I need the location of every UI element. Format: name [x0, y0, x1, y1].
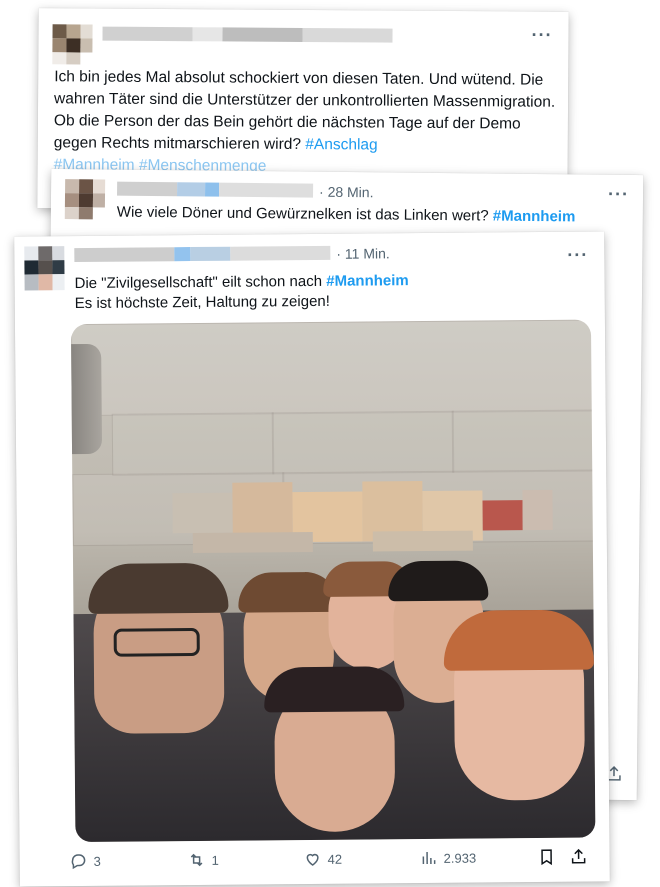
- tweet-text: Ich bin jedes Mal absolut schockiert von…: [53, 68, 556, 175]
- share-button[interactable]: [570, 848, 588, 866]
- username-redacted: [102, 26, 393, 43]
- tweet-actions: 3 1 42 2.933: [70, 846, 600, 875]
- bollard: [70, 343, 103, 455]
- timestamp[interactable]: · 11 Min.: [336, 245, 390, 261]
- pixelated-region: [172, 470, 553, 563]
- more-icon[interactable]: ···: [608, 184, 629, 204]
- bookmark-button[interactable]: [538, 848, 556, 866]
- more-icon[interactable]: ···: [567, 245, 588, 265]
- tweet-text: Die "Zivilgesellschaft" eilt schon nach …: [74, 272, 409, 313]
- like-icon: [306, 853, 319, 866]
- hashtag-link[interactable]: #Anschlag: [305, 136, 378, 154]
- views-icon: [422, 852, 436, 865]
- avatar[interactable]: [64, 179, 106, 220]
- tweet-text: Wie viele Döner und Gewürznelken ist das…: [116, 203, 576, 226]
- view-count: 2.933: [443, 850, 477, 866]
- more-icon[interactable]: ···: [531, 25, 552, 45]
- retweet-button[interactable]: 1: [188, 851, 219, 869]
- username-redacted: [117, 181, 314, 198]
- reply-button[interactable]: 3: [70, 852, 101, 870]
- avatar[interactable]: [52, 24, 93, 65]
- reply-icon: [71, 854, 86, 870]
- bookmark-icon: [541, 849, 552, 866]
- share-icon: [571, 848, 586, 864]
- views-button[interactable]: 2.933: [420, 849, 477, 867]
- timestamp[interactable]: · 28 Min.: [319, 184, 374, 201]
- like-button[interactable]: 42: [304, 850, 343, 868]
- retweet-icon: [190, 853, 203, 867]
- tweet-card-3[interactable]: · 11 Min. ··· Die "Zivilgesellschaft" ei…: [14, 231, 610, 887]
- tweet-photo[interactable]: [70, 319, 596, 843]
- avatar[interactable]: [24, 246, 65, 291]
- reply-count: 3: [93, 853, 101, 869]
- hashtag-link[interactable]: #Mannheim: [493, 208, 576, 226]
- retweet-count: 1: [211, 852, 219, 868]
- username-redacted: [74, 245, 331, 263]
- hashtag-link[interactable]: #Mannheim: [326, 272, 409, 290]
- like-count: 42: [327, 851, 343, 867]
